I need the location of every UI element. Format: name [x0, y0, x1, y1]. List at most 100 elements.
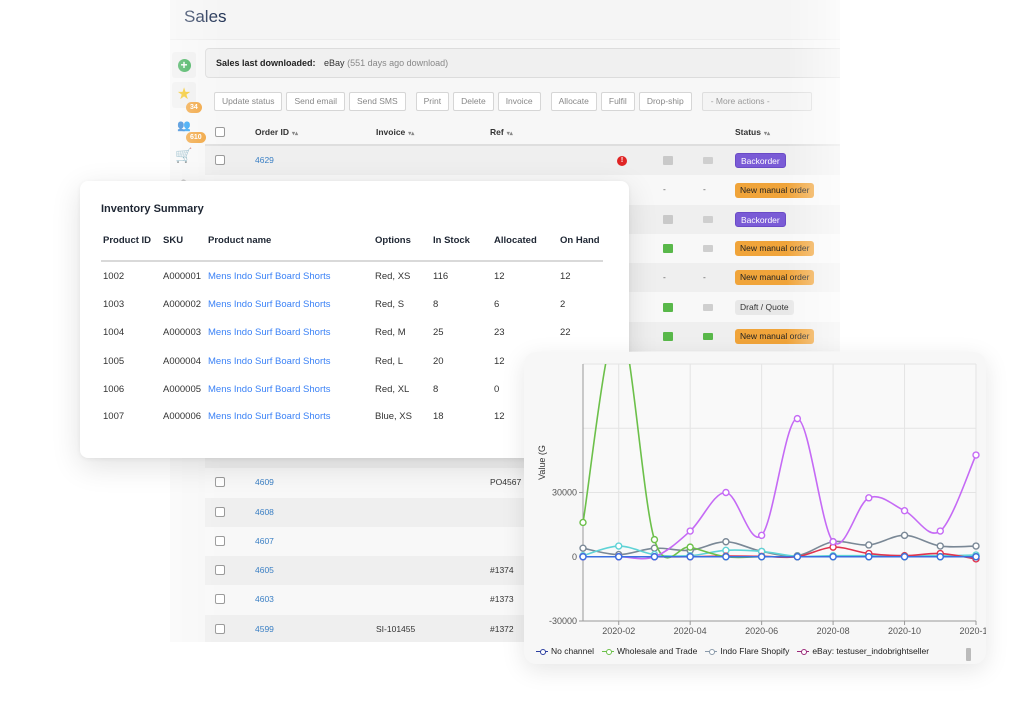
data-point[interactable] [865, 541, 873, 549]
data-point[interactable] [650, 553, 659, 561]
data-point[interactable] [686, 553, 694, 561]
inventory-table-header: Product ID SKU Product name Options In S… [101, 235, 603, 262]
drop-ship-button[interactable]: Drop-ship [638, 92, 692, 111]
row-checkbox[interactable] [215, 565, 225, 576]
product-name-link[interactable]: Mens Indo Surf Board Shorts [208, 327, 331, 338]
column-header-invoice[interactable]: Invoice ▾▴ [376, 118, 414, 149]
data-point[interactable] [686, 543, 694, 551]
data-point[interactable] [650, 535, 659, 544]
delete-button[interactable]: Delete [453, 92, 494, 111]
sort-icon[interactable]: ▾▴ [292, 131, 298, 137]
product-name-link[interactable]: Mens Indo Surf Board Shorts [208, 411, 331, 422]
data-point[interactable] [972, 451, 980, 459]
data-point[interactable] [579, 518, 587, 527]
product-name-link[interactable]: Mens Indo Surf Board Shorts [208, 299, 331, 310]
more-actions-select[interactable]: - More actions - [701, 92, 812, 111]
data-point[interactable] [757, 553, 766, 561]
order-row[interactable]: 4629! Backorder [205, 146, 840, 176]
order-id-link[interactable]: 4629 [255, 146, 274, 175]
alert-icon[interactable]: ! [617, 146, 627, 175]
column-header-status[interactable]: Status ▾▴ [735, 118, 770, 149]
data-point[interactable] [615, 542, 623, 550]
sales-by-channel-chart-card: -30000 0 30000 2020-02 2020-04 2020-06 2020-08… [524, 352, 986, 664]
data-point[interactable] [579, 553, 587, 561]
data-point[interactable] [686, 527, 694, 535]
select-all-checkbox[interactable] [215, 127, 225, 137]
send-email-button[interactable]: Send email [286, 92, 345, 111]
column-header-ref[interactable]: Ref ▾▴ [490, 118, 513, 149]
legend-item[interactable]: Wholesale and Trade [602, 646, 697, 656]
row-checkbox[interactable] [215, 155, 225, 165]
package-icon[interactable] [663, 322, 673, 351]
data-point[interactable] [615, 553, 623, 561]
legend-item[interactable]: eBay: testuser_indobrightseller [797, 646, 929, 656]
truck-icon[interactable] [703, 146, 713, 175]
data-point[interactable] [972, 553, 980, 561]
download-label: Sales last downloaded: [216, 58, 316, 68]
in-stock-qty: 8 [433, 299, 439, 310]
sales-by-channel-chart: -30000 0 30000 2020-02 2020-04 2020-06 2020-08… [537, 363, 986, 636]
legend-item[interactable]: No channel [536, 646, 594, 656]
invoice-button[interactable]: Invoice [497, 92, 541, 111]
row-checkbox[interactable] [215, 594, 225, 605]
data-point[interactable] [757, 531, 766, 540]
sort-icon[interactable]: ▾▴ [764, 131, 770, 137]
product-name-link[interactable]: Mens Indo Surf Board Shorts [208, 271, 331, 282]
data-point[interactable] [936, 542, 944, 550]
download-link[interactable]: download [407, 58, 446, 68]
truck-icon[interactable] [703, 322, 713, 351]
status-cell: New manual order [735, 234, 815, 263]
truck-icon[interactable] [703, 234, 713, 263]
data-point[interactable] [865, 553, 873, 561]
order-id-link[interactable]: 4605 [255, 556, 274, 585]
row-checkbox[interactable] [215, 477, 225, 488]
order-id-link[interactable]: 4609 [255, 468, 274, 497]
product-name-link[interactable]: Mens Indo Surf Board Shorts [208, 356, 331, 367]
row-checkbox[interactable] [215, 535, 225, 546]
row-checkbox[interactable] [215, 623, 225, 634]
update-status-button[interactable]: Update status [214, 92, 283, 111]
column-header-order-id[interactable]: Order ID ▾▴ [255, 118, 298, 149]
data-point[interactable] [900, 553, 909, 561]
legend-label: No channel [551, 646, 595, 656]
legend-scrollbar[interactable] [966, 648, 971, 661]
fulfil-button[interactable]: Fulfil [600, 92, 635, 111]
order-id-link[interactable]: 4607 [255, 527, 274, 556]
orders-button[interactable]: 🛒 610 [172, 132, 206, 168]
send-sms-button[interactable]: Send SMS [348, 92, 406, 111]
in-stock-qty: 116 [433, 271, 449, 282]
row-checkbox[interactable] [215, 506, 225, 517]
sort-icon[interactable]: ▾▴ [408, 131, 414, 137]
data-point[interactable] [829, 553, 837, 561]
truck-icon[interactable] [703, 205, 713, 234]
data-point[interactable] [936, 553, 944, 561]
allocate-button[interactable]: Allocate [550, 92, 597, 111]
data-point[interactable] [722, 553, 730, 561]
order-id-link[interactable]: 4599 [255, 615, 274, 642]
data-point[interactable] [900, 531, 909, 540]
order-id-link[interactable]: 4603 [255, 585, 274, 614]
data-point[interactable] [722, 538, 730, 546]
package-icon[interactable] [663, 234, 673, 263]
sort-icon[interactable]: ▾▴ [507, 131, 513, 137]
package-icon[interactable] [663, 292, 673, 321]
data-point[interactable] [579, 544, 587, 552]
legend-item[interactable]: Indo Flare Shopify [705, 646, 789, 656]
data-point[interactable] [793, 414, 802, 423]
data-point[interactable] [793, 553, 802, 561]
order-id-link[interactable]: 4608 [255, 498, 274, 527]
print-button[interactable]: Print [415, 92, 450, 111]
data-point[interactable] [829, 538, 837, 546]
add-button[interactable]: + [172, 52, 196, 78]
data-point[interactable] [900, 507, 909, 515]
data-point[interactable] [722, 488, 730, 497]
data-point[interactable] [936, 527, 944, 535]
data-point[interactable] [865, 494, 873, 502]
package-icon[interactable] [663, 205, 673, 234]
package-icon[interactable] [663, 146, 673, 175]
data-point[interactable] [972, 542, 980, 550]
truck-icon[interactable] [703, 292, 713, 321]
product-name-link[interactable]: Mens Indo Surf Board Shorts [208, 384, 331, 395]
inventory-row: 1004 A000003 Mens Indo Surf Board Shorts Re… [101, 327, 603, 347]
status-badge: New manual order [735, 182, 815, 198]
